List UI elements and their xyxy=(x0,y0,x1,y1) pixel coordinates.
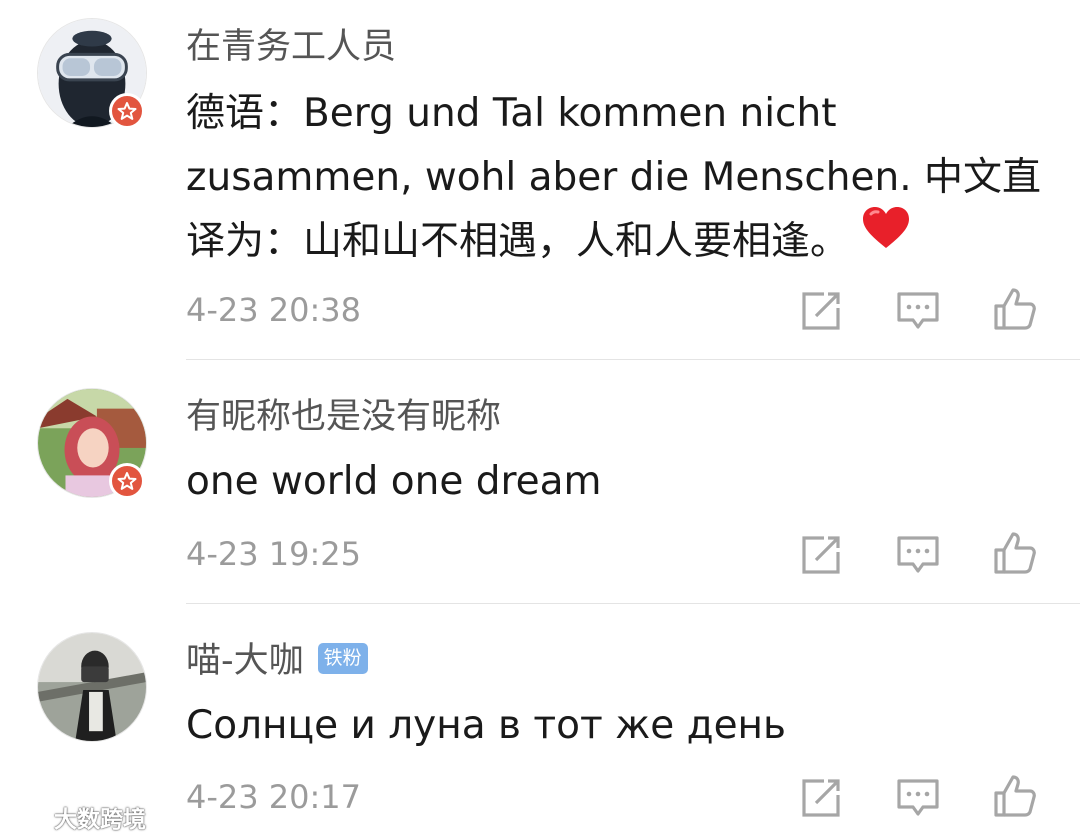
like-icon xyxy=(994,775,1036,817)
watermark-logo-icon xyxy=(12,807,49,827)
repost-button[interactable] xyxy=(798,532,844,578)
comment-item: 喵-大咖 铁粉 Солнце и луна в тот же день 4-23 … xyxy=(0,614,1080,837)
divider xyxy=(186,603,1080,604)
comment-icon xyxy=(897,779,939,816)
comment-button[interactable] xyxy=(895,288,941,334)
watermark: 大数跨境 xyxy=(10,802,146,833)
comment-username[interactable]: 在青务工人员 xyxy=(186,22,396,72)
repost-icon xyxy=(802,292,840,330)
username-text: 喵-大咖 xyxy=(186,641,304,681)
comment-icon xyxy=(897,536,939,573)
comment-text: 德语：Berg und Tal kommen nicht zusammen, w… xyxy=(186,82,1056,276)
repost-button[interactable] xyxy=(798,288,844,334)
comment-text: Солнце и луна в тот же день xyxy=(186,703,787,748)
comment-username[interactable]: 喵-大咖 铁粉 xyxy=(186,636,368,686)
comment-item: 有昵称也是没有昵称 one world one dream 4-23 19:25 xyxy=(0,370,1080,602)
comment-button[interactable] xyxy=(895,532,941,578)
avatar[interactable] xyxy=(37,632,147,742)
like-icon xyxy=(994,532,1036,574)
comment-text: one world one dream xyxy=(186,459,602,504)
repost-button[interactable] xyxy=(798,775,844,821)
comment-timestamp: 4-23 19:25 xyxy=(186,535,362,573)
comment-text-content: 德语：Berg und Tal kommen nicht zusammen, w… xyxy=(186,91,1042,264)
comment-item: 在青务工人员 德语：Berg und Tal kommen nicht zusa… xyxy=(0,0,1080,360)
comment-timestamp: 4-23 20:38 xyxy=(186,291,362,329)
verified-badge-icon xyxy=(109,463,145,499)
watermark-text: 大数跨境 xyxy=(54,807,146,833)
comment-username[interactable]: 有昵称也是没有昵称 xyxy=(186,392,501,442)
heart-emoji xyxy=(861,206,911,270)
comment-icon xyxy=(897,292,939,329)
like-icon xyxy=(994,288,1036,330)
like-button[interactable] xyxy=(992,530,1038,576)
fan-badge[interactable]: 铁粉 xyxy=(317,642,368,674)
divider xyxy=(186,359,1080,360)
comment-timestamp: 4-23 20:17 xyxy=(186,778,362,816)
like-button[interactable] xyxy=(992,286,1038,332)
repost-icon xyxy=(802,536,840,574)
comment-button[interactable] xyxy=(895,775,941,821)
like-button[interactable] xyxy=(992,773,1038,819)
verified-badge-icon xyxy=(109,93,145,129)
repost-icon xyxy=(802,779,840,817)
